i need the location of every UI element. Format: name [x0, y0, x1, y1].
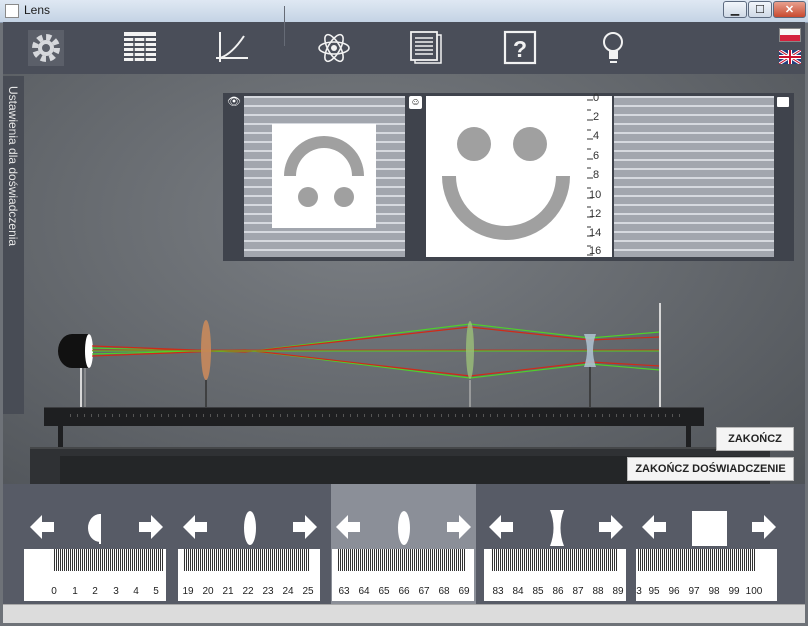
- convex-lens-icon[interactable]: [242, 510, 258, 546]
- ruler-screen[interactable]: 3 95 96 97 98 99 100: [636, 549, 777, 601]
- settings-icon[interactable]: [26, 28, 66, 68]
- scale-label: 16: [589, 245, 602, 257]
- ruler-label: 95: [648, 586, 660, 597]
- status-bar: [3, 604, 805, 623]
- ruler-label: 83: [492, 586, 504, 597]
- polish-flag-icon[interactable]: [779, 28, 801, 42]
- arrow-right-icon[interactable]: [750, 513, 778, 541]
- finish-button[interactable]: ZAKOŃCZ: [716, 427, 794, 451]
- arrow-left-icon[interactable]: [334, 513, 362, 541]
- bench-scale: [70, 414, 680, 417]
- atom-icon[interactable]: [314, 28, 354, 68]
- ruler-ticks: [54, 549, 164, 571]
- ruler-label: 87: [572, 586, 584, 597]
- maximize-button[interactable]: ☐: [748, 1, 772, 18]
- ruler-label: 98: [708, 586, 720, 597]
- ruler-label: 67: [418, 586, 430, 597]
- convex-lens-icon[interactable]: [396, 510, 412, 546]
- ruler-ticks: [492, 549, 618, 571]
- title-bar: [0, 0, 808, 23]
- scale-label: 10: [589, 189, 602, 201]
- ruler-label: 69: [458, 586, 470, 597]
- arrow-right-icon[interactable]: [291, 513, 319, 541]
- ruler-label: 2: [92, 586, 98, 597]
- graph-icon[interactable]: [212, 28, 252, 68]
- arrow-right-icon[interactable]: [137, 513, 165, 541]
- help-icon[interactable]: ?: [500, 28, 540, 68]
- scale-label: 2: [593, 111, 600, 123]
- ruler-label: 4: [133, 586, 139, 597]
- svg-text:?: ?: [513, 36, 527, 62]
- empty-view: [614, 96, 774, 257]
- finish-experiment-button[interactable]: ZAKOŃCZ DOŚWIADCZENIE: [627, 457, 794, 481]
- scale-label: 6: [593, 150, 600, 162]
- ruler-label: 1: [72, 586, 78, 597]
- minimize-button[interactable]: ▁: [723, 1, 747, 18]
- scale-label: 14: [589, 227, 602, 239]
- ruler-label: 3: [113, 586, 119, 597]
- concave-lens-icon[interactable]: [548, 510, 566, 546]
- ruler-label: 68: [438, 586, 450, 597]
- arrow-left-icon[interactable]: [181, 513, 209, 541]
- light-source-icon[interactable]: [84, 514, 104, 544]
- settings-side-label: Ustawienia dla doświadczenia: [6, 86, 20, 247]
- ruler-label: 24: [282, 586, 294, 597]
- arrow-right-icon[interactable]: [597, 513, 625, 541]
- ruler-label: 96: [668, 586, 680, 597]
- scale-label: 8: [593, 169, 600, 181]
- window-title: Lens: [24, 3, 51, 17]
- ruler-label: 0: [51, 586, 57, 597]
- ruler-label: 63: [338, 586, 350, 597]
- screen-icon[interactable]: [692, 511, 727, 546]
- screen-scale-labels: 0 2 4 6 8 10 12 14 16: [587, 92, 611, 262]
- ruler-light-source[interactable]: 0 1 2 3 4 5: [24, 549, 166, 601]
- ruler-convex-lens-2[interactable]: 63 64 65 66 67 68 69: [332, 549, 474, 601]
- ruler-label: 65: [378, 586, 390, 597]
- ruler-label: 88: [592, 586, 604, 597]
- ruler-label: 100: [745, 586, 763, 597]
- arrow-right-icon[interactable]: [445, 513, 473, 541]
- ruler-label: 25: [302, 586, 314, 597]
- ruler-label: 21: [222, 586, 234, 597]
- arrow-left-icon[interactable]: [28, 513, 56, 541]
- ruler-label: 84: [512, 586, 524, 597]
- notes-icon[interactable]: [406, 28, 446, 68]
- close-button[interactable]: ✕: [773, 1, 806, 18]
- scale-label: 4: [593, 130, 600, 142]
- ruler-label: 89: [612, 586, 624, 597]
- scale-label: 12: [589, 208, 602, 220]
- arrow-left-icon[interactable]: [640, 513, 668, 541]
- ruler-label: 22: [242, 586, 254, 597]
- screen-image: [426, 96, 586, 257]
- eye-icon[interactable]: 👁: [227, 95, 241, 108]
- ruler-label: 64: [358, 586, 370, 597]
- ruler-convex-lens-1[interactable]: 19 20 21 22 23 24 25: [178, 549, 320, 601]
- ruler-label: 20: [202, 586, 214, 597]
- ruler-label: 66: [398, 586, 410, 597]
- ruler-label: 23: [262, 586, 274, 597]
- bulb-icon[interactable]: [594, 28, 634, 68]
- bench-leg: [58, 425, 63, 447]
- ruler-ticks: [184, 549, 310, 571]
- ruler-label: 86: [552, 586, 564, 597]
- scale-label: 0: [593, 92, 600, 104]
- ruler-concave-lens[interactable]: 83 84 85 86 87 88 89: [484, 549, 626, 601]
- ruler-label: 85: [532, 586, 544, 597]
- ruler-ticks: [338, 549, 466, 571]
- ruler-ticks: [638, 549, 756, 571]
- table-icon[interactable]: [120, 28, 160, 68]
- ruler-label: 99: [728, 586, 740, 597]
- ruler-label: 5: [153, 586, 159, 597]
- ruler-label: 19: [182, 586, 194, 597]
- comment-icon[interactable]: [777, 97, 789, 107]
- smiley-icon[interactable]: ☺: [409, 96, 422, 109]
- ruler-label: 97: [688, 586, 700, 597]
- arrow-left-icon[interactable]: [487, 513, 515, 541]
- app-icon: [5, 4, 19, 18]
- object-image: [272, 124, 376, 228]
- english-flag-icon[interactable]: [779, 50, 801, 64]
- bench-leg: [686, 425, 691, 447]
- toolbar-separator: [284, 6, 285, 46]
